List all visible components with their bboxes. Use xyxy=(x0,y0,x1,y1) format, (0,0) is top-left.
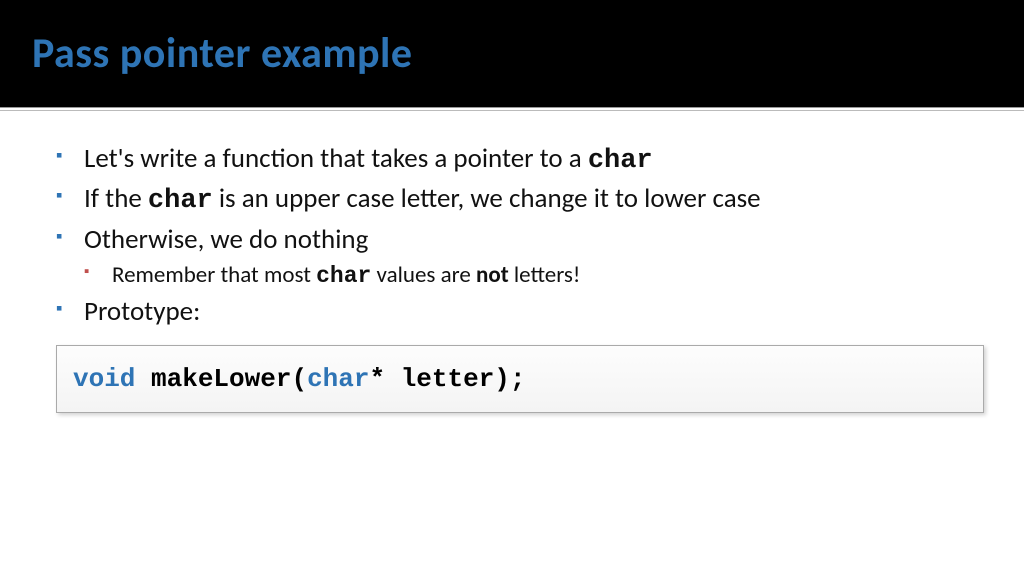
slide-title: Pass pointer example xyxy=(32,28,413,79)
bullet-4: Prototype: xyxy=(56,294,984,330)
title-bar: Pass pointer example xyxy=(0,0,1024,108)
code-keyword-void: void xyxy=(73,364,135,394)
code-box: void makeLower(char* letter); xyxy=(56,345,984,413)
code-rest: * letter); xyxy=(369,364,525,394)
bullet-3: Otherwise, we do nothing Remember that m… xyxy=(56,222,984,292)
bullet-4-text: Prototype: xyxy=(84,295,200,328)
sub-bullet-1-code: char xyxy=(316,263,371,289)
sub-bullet-list: Remember that most char values are not l… xyxy=(84,260,984,292)
sub-bullet-1-post: letters! xyxy=(509,261,581,289)
slide-body: Let's write a function that takes a poin… xyxy=(0,111,1024,413)
sub-bullet-1: Remember that most char values are not l… xyxy=(84,260,984,292)
bullet-2-post: is an upper case letter, we change it to… xyxy=(213,182,761,215)
slide: Pass pointer example Let's write a funct… xyxy=(0,0,1024,576)
sub-bullet-1-bold: not xyxy=(476,261,509,289)
bullet-1: Let's write a function that takes a poin… xyxy=(56,141,984,179)
bullet-1-code: char xyxy=(588,146,653,176)
code-fn: makeLower( xyxy=(135,364,307,394)
bullet-2-code: char xyxy=(148,186,213,216)
bullet-list: Let's write a function that takes a poin… xyxy=(56,141,984,331)
sub-bullet-1-mid: values are xyxy=(371,261,476,289)
bullet-1-text: Let's write a function that takes a poin… xyxy=(84,142,588,175)
code-keyword-char: char xyxy=(307,364,369,394)
bullet-2: If the char is an upper case letter, we … xyxy=(56,181,984,219)
bullet-3-text: Otherwise, we do nothing xyxy=(84,223,368,256)
sub-bullet-1-pre: Remember that most xyxy=(112,261,316,289)
bullet-2-pre: If the xyxy=(84,182,148,215)
